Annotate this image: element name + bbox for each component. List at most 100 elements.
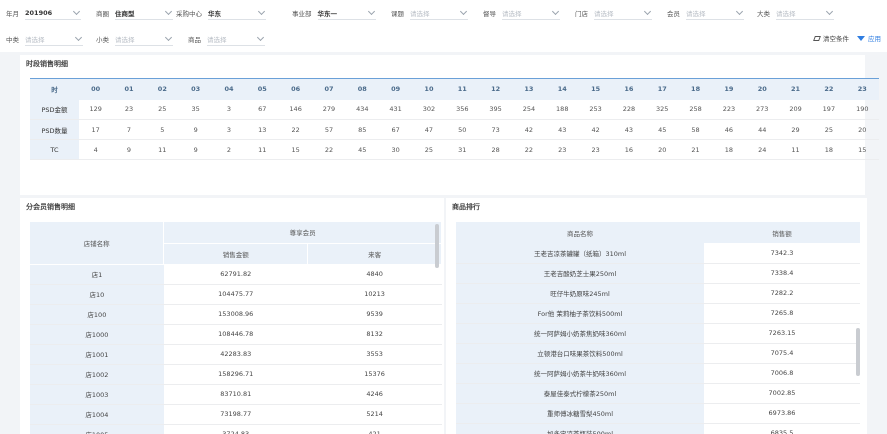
supervisor-select[interactable]: 请选择 [502,6,560,20]
table-cell: 4 [79,139,113,160]
table-cell: 23 [578,139,613,160]
hour-header: 13 [512,78,546,100]
filter-row-1: 年月 201906 商圈 住商型 采购中心 华东 事业部 华东一 课题 请选择 … [0,0,887,26]
product-name-cell: 统一阿萨姆小奶茶焦奶味360ml [456,323,704,344]
table-cell: 253 [578,99,613,120]
filter-division[interactable]: 事业部 华东一 [292,0,376,26]
store-name-cell: 店1001 [30,344,164,365]
category-select[interactable]: 请选择 [776,6,834,20]
col-sales-amount: 销售金额 [163,243,309,265]
store-name-cell: 店10 [30,284,164,305]
filter-mid-class[interactable]: 中类 请选择 [6,26,83,52]
table-row: TC 4 9 11 9 2 11 15 22 45 30 25 31 28 22 23 23 16 20 21 18 24… [30,139,879,160]
table-cell: 228 [612,99,646,120]
purchase-center-select[interactable]: 华东 [208,6,266,20]
table-cell: 3724.83 [163,424,308,434]
row-header: PSD金额 [30,99,79,120]
table-header-row: 时 00 01 02 03 04 05 06 07 08 09 10 11 12 13 14 15 16 17 18 1… [30,78,879,100]
filter-purchase-center[interactable]: 采购中心 华东 [176,0,266,26]
hour-header: 06 [278,78,313,100]
table-cell: 20 [645,139,679,160]
table-cell: 254 [512,99,546,120]
table-cell: 108446.78 [163,324,308,345]
table-cell: 197 [812,99,846,120]
table-cell: 44 [745,119,779,140]
col-product-name: 商品名称 [456,222,704,243]
table-cell: 20 [845,119,879,140]
clear-filters-button[interactable]: 清空条件 [813,33,849,43]
table-cell: 58 [678,119,713,140]
mid-class-select[interactable]: 请选择 [25,32,83,46]
sub-class-select[interactable]: 请选择 [115,32,173,46]
filter-store[interactable]: 门店 请选择 [575,0,652,26]
product-name-cell: 泰屋佳泰式柠檬茶250ml [456,383,704,404]
topic-select[interactable]: 请选择 [410,6,468,20]
table-row: 店100 153008.96 9539 [30,304,442,325]
table-cell: 13 [245,119,279,140]
table-cell: 209 [778,99,813,120]
hour-header: 08 [345,78,379,100]
hour-header: 12 [478,78,513,100]
hour-header: 01 [112,78,146,100]
table-cell: 10213 [307,284,442,305]
filter-business-circle[interactable]: 商圈 住商型 [96,0,173,26]
product-select[interactable]: 请选择 [207,32,265,46]
filter-label: 商品 [188,36,201,44]
filter-category[interactable]: 大类 请选择 [757,0,834,26]
table-cell: 4246 [307,384,442,405]
ranking-table-scrollbar[interactable] [856,328,860,376]
table-cell: 325 [645,99,679,120]
product-ranking-panel: 商品排行 商品名称 销售额 王老吉凉茶罐罐（纸箱）310ml 7342.3 王老吉酸… [446,198,867,434]
table-cell: 73 [478,119,513,140]
table-cell: 8132 [307,324,442,345]
filter-row-2: 中类 请选择 小类 请选择 商品 请选择 [0,26,887,52]
filter-label: 中类 [6,36,19,44]
store-name-cell: 店100 [30,304,164,325]
hour-header: 11 [445,78,479,100]
chevron-down-icon [367,7,375,15]
table-cell: 9539 [307,304,442,325]
table-cell: 3 [212,99,246,120]
table-cell: 11 [778,139,813,160]
table-cell: 9 [178,119,213,140]
hour-header: 03 [178,78,213,100]
hour-header: 21 [778,78,813,100]
table-cell: 7 [112,119,146,140]
table-cell: 21 [678,139,713,160]
store-name-cell: 店1005 [30,424,164,434]
hour-header: 09 [378,78,413,100]
chevron-down-icon [551,7,560,15]
filter-topic[interactable]: 课题 请选择 [391,0,468,26]
table-cell: 190 [845,99,879,120]
filter-product[interactable]: 商品 请选择 [188,26,265,52]
product-name-cell: 旺仔牛奶原味245ml [456,283,704,304]
eraser-icon [813,35,821,41]
chevron-down-icon [164,33,173,41]
table-cell: 4840 [307,264,442,285]
filter-sub-class[interactable]: 小类 请选择 [96,26,173,52]
table-cell: 25 [812,119,846,140]
table-cell: 6835.5 [704,423,860,434]
business-circle-select[interactable]: 住商型 [115,6,173,20]
table-cell: 45 [645,119,679,140]
member-select[interactable]: 请选择 [686,6,744,20]
table-cell: 129 [79,99,113,120]
store-select[interactable]: 请选择 [594,6,652,20]
filter-supervisor[interactable]: 督导 请选择 [483,0,560,26]
table-cell: 11 [145,139,179,160]
table-row: 店1001 42283.83 3553 [30,344,442,365]
chevron-down-icon [459,7,468,15]
hour-header: 22 [812,78,846,100]
filter-member[interactable]: 会员 请选择 [667,0,744,26]
product-name-cell: 王老吉凉茶罐罐（纸箱）310ml [456,243,704,264]
hour-header: 00 [79,78,113,100]
year-month-select[interactable]: 201906 [25,6,81,20]
table-cell: 29 [778,119,813,140]
division-select[interactable]: 华东一 [317,6,376,20]
table-cell: 5 [145,119,179,140]
member-table-scrollbar[interactable] [435,224,439,268]
filter-year-month[interactable]: 年月 201906 [6,0,81,26]
table-cell: 188 [545,99,579,120]
table-row: PSD金额 129 23 25 35 3 67 146 279 434 431 302 356 395 25… [30,99,879,120]
apply-button[interactable]: 应用 [857,33,881,43]
